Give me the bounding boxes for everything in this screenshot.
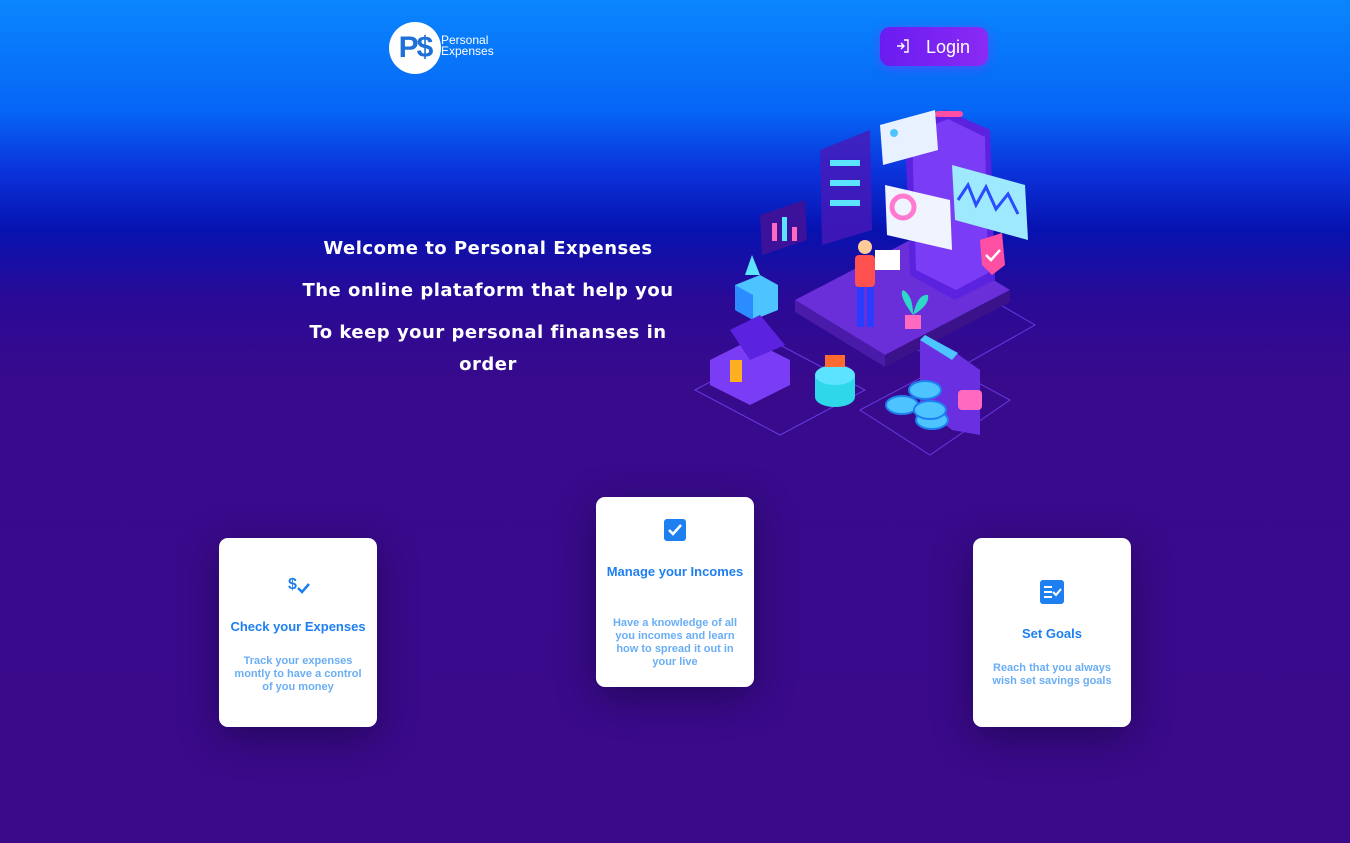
login-icon <box>897 39 909 53</box>
card-description: Track your expenses montly to have a con… <box>234 655 362 693</box>
svg-text:$: $ <box>288 576 297 593</box>
dollar-check-icon: $ <box>288 576 310 594</box>
card-description: Reach that you always wish set savings g… <box>992 662 1112 687</box>
logo[interactable]: P$ Personal Expenses <box>389 22 501 74</box>
logo-line-2: Expenses <box>441 44 494 58</box>
checklist-icon <box>1040 580 1064 604</box>
hero-line-2: The online plataform that help you <box>302 280 674 301</box>
finance-illustration <box>693 110 1037 456</box>
login-button[interactable]: Login <box>880 27 988 66</box>
logo-text: Personal Expenses <box>441 34 494 58</box>
card-check-expenses[interactable]: $ Check your Expenses Track your expense… <box>219 538 377 727</box>
card-title: Set Goals <box>1022 626 1082 641</box>
logo-mark: P$ <box>389 22 441 74</box>
card-set-goals[interactable]: Set Goals Reach that you always wish set… <box>973 538 1131 727</box>
card-description: Have a knowledge of all you incomes and … <box>612 617 738 668</box>
hero-text: Welcome to Personal Expenses The online … <box>280 233 696 375</box>
hero-line-1: Welcome to Personal Expenses <box>323 238 653 259</box>
hero-line-3: To keep your personal finanses in order <box>309 322 667 375</box>
card-manage-incomes[interactable]: Manage your Incomes Have a knowledge of … <box>596 497 754 687</box>
checkbox-icon <box>664 519 686 541</box>
card-title: Manage your Incomes <box>606 564 744 579</box>
login-label: Login <box>926 37 971 57</box>
card-title: Check your Expenses <box>230 619 366 634</box>
